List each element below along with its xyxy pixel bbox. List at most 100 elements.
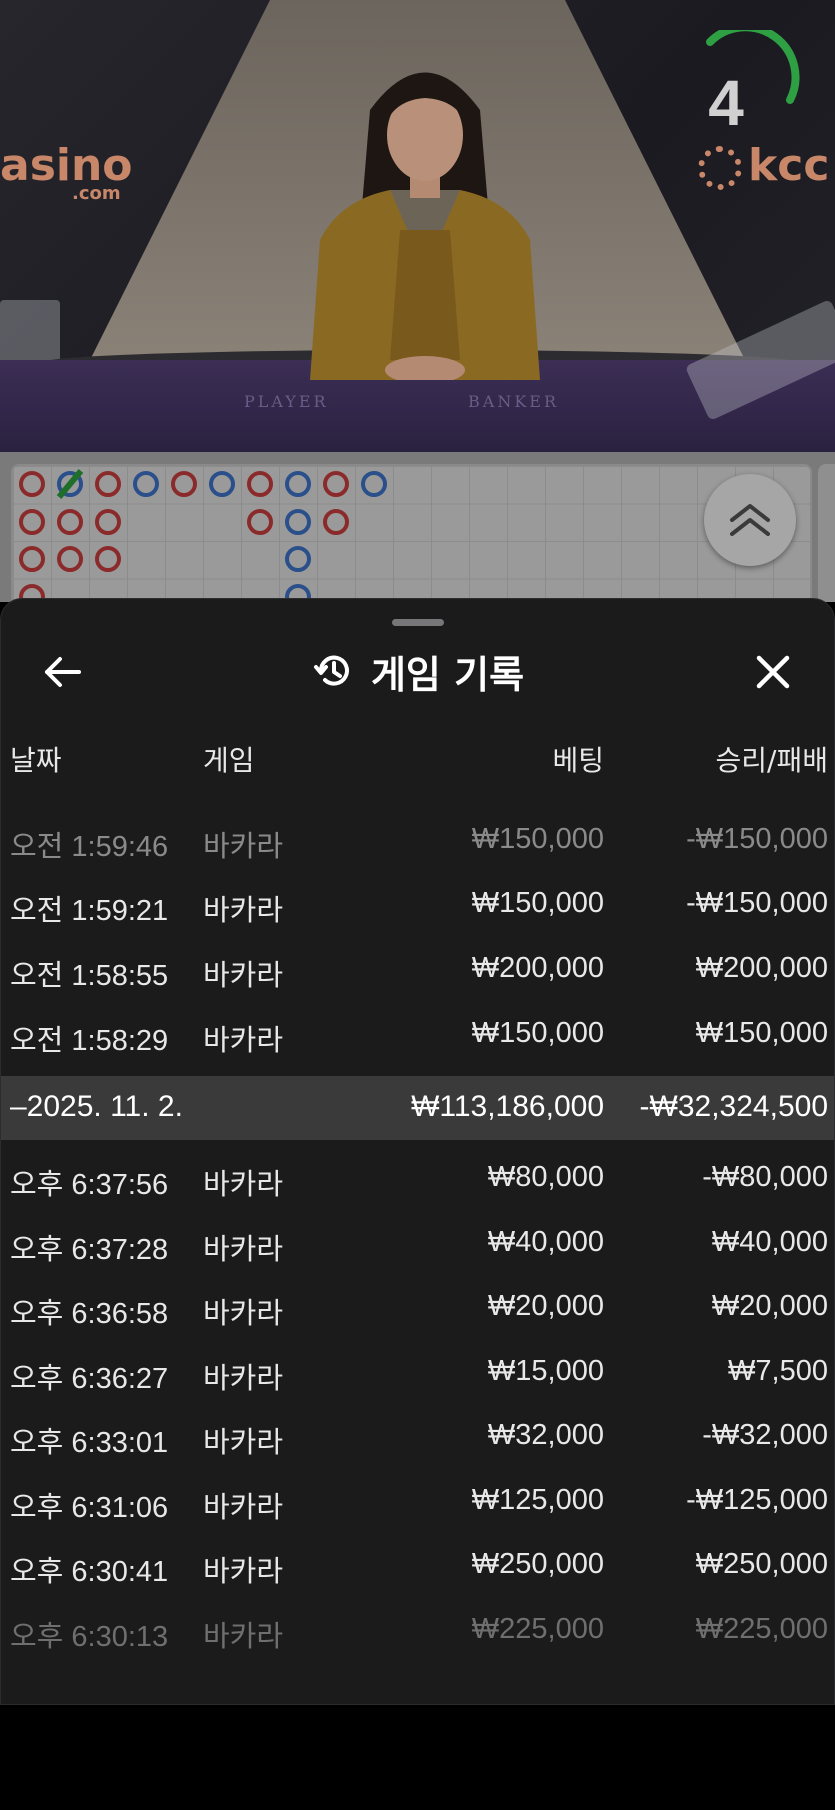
bead-red <box>19 471 45 497</box>
live-video: asino .com kcc PLAYER BANKER 4 <box>0 0 835 452</box>
road-map <box>0 452 835 602</box>
history-row[interactable]: 오후 6:37:56 바카라 ₩80,000 -₩80,000 <box>1 1147 834 1211</box>
row-game: 바카라 <box>203 1234 284 1266</box>
row-game: 바카라 <box>203 831 284 863</box>
drag-handle[interactable] <box>392 619 444 626</box>
row-time: 오전 1:58:55 <box>10 960 169 992</box>
expand-roadmap-button[interactable] <box>704 474 796 566</box>
row-time: 오전 1:59:46 <box>10 831 169 863</box>
row-time: 오후 6:33:01 <box>10 1427 169 1459</box>
bead-red <box>247 471 273 497</box>
row-bet: ₩15,000 <box>487 1355 604 1387</box>
row-game: 바카라 <box>203 1427 284 1459</box>
bead-blue <box>285 508 311 535</box>
bead-red <box>19 508 45 535</box>
bead-blue <box>209 471 235 497</box>
title-group: 게임 기록 <box>1 639 834 703</box>
row-result: -₩150,000 <box>686 887 828 919</box>
row-game: 바카라 <box>203 1025 284 1057</box>
arrow-left-icon <box>45 657 81 687</box>
history-row[interactable]: 오후 6:30:41 바카라 ₩250,000 ₩250,000 <box>1 1534 834 1598</box>
history-row[interactable]: 오전 1:58:29 바카라 ₩150,000 ₩150,000 <box>1 1003 834 1067</box>
row-bet: ₩250,000 <box>471 1548 604 1580</box>
row-game: 바카라 <box>203 1298 284 1330</box>
row-game: 바카라 <box>203 1492 284 1524</box>
row-bet: ₩32,000 <box>487 1419 604 1451</box>
bottom-bar <box>0 1705 835 1810</box>
history-row[interactable]: 오후 6:30:13 바카라 ₩225,000 ₩225,000 <box>1 1599 834 1663</box>
col-game: 게임 <box>203 744 255 777</box>
row-time: 오후 6:36:27 <box>10 1363 169 1395</box>
sheet-header: 게임 기록 <box>1 639 834 703</box>
game-history-sheet: 게임 기록 날짜 게임 베팅 승리/패배 오전 1:59:46 바카라 ₩150… <box>0 598 835 1705</box>
row-bet: ₩125,000 <box>471 1484 604 1516</box>
road-map-edge <box>818 464 835 602</box>
summary-date: –2025. 11. 2. <box>10 1090 183 1123</box>
close-button[interactable] <box>747 649 799 695</box>
row-bet: ₩150,000 <box>471 823 604 855</box>
history-row[interactable]: 오후 6:37:28 바카라 ₩40,000 ₩40,000 <box>1 1212 834 1276</box>
bead-road-grid <box>11 464 812 602</box>
row-game: 바카라 <box>203 1169 284 1201</box>
chip-icon <box>698 146 742 190</box>
bead-blue <box>285 471 311 497</box>
row-time: 오후 6:36:58 <box>10 1298 169 1330</box>
row-result: ₩7,500 <box>728 1355 828 1387</box>
row-result: -₩125,000 <box>686 1484 828 1516</box>
row-time: 오후 6:30:41 <box>10 1556 169 1588</box>
row-result: -₩80,000 <box>702 1161 828 1193</box>
row-time: 오후 6:30:13 <box>10 1621 169 1653</box>
bead-red <box>95 546 121 572</box>
bead-red <box>95 508 121 535</box>
bead-red <box>247 508 273 535</box>
history-row[interactable]: 오후 6:33:01 바카라 ₩32,000 -₩32,000 <box>1 1405 834 1469</box>
history-icon <box>313 655 349 686</box>
row-time: 오전 1:59:21 <box>10 895 169 927</box>
countdown-timer: 4 <box>708 67 744 139</box>
bead-red <box>323 471 349 497</box>
row-bet: ₩225,000 <box>471 1613 604 1645</box>
day-summary-row[interactable]: –2025. 11. 2. ₩113,186,000 -₩32,324,500 <box>1 1076 834 1140</box>
bead-red <box>323 508 349 535</box>
row-result: ₩225,000 <box>695 1613 828 1645</box>
bead-blue <box>133 471 159 497</box>
row-result: ₩200,000 <box>695 952 828 984</box>
bead-red <box>19 546 45 572</box>
row-bet: ₩40,000 <box>487 1226 604 1258</box>
dealer-figure <box>310 72 540 380</box>
back-button[interactable] <box>37 649 89 695</box>
history-row[interactable]: 오후 6:36:27 바카라 ₩15,000 ₩7,500 <box>1 1341 834 1405</box>
row-bet: ₩150,000 <box>471 887 604 919</box>
col-result: 승리/패배 <box>715 744 828 777</box>
logo-right-text: kcc <box>748 140 830 191</box>
summary-result: -₩32,324,500 <box>639 1090 828 1123</box>
row-time: 오후 6:37:56 <box>10 1169 169 1201</box>
double-chevron-up-icon <box>730 504 770 536</box>
row-result: ₩150,000 <box>695 1017 828 1049</box>
row-game: 바카라 <box>203 895 284 927</box>
bead-red <box>57 508 83 535</box>
row-time: 오후 6:37:28 <box>10 1234 169 1266</box>
history-row[interactable]: 오전 1:59:21 바카라 ₩150,000 -₩150,000 <box>1 873 834 937</box>
row-bet: ₩80,000 <box>487 1161 604 1193</box>
bead-red <box>57 546 83 572</box>
bead-red <box>95 471 121 497</box>
row-result: ₩40,000 <box>711 1226 828 1258</box>
table-player-label: PLAYER <box>244 392 329 411</box>
history-row[interactable]: 오후 6:36:58 바카라 ₩20,000 ₩20,000 <box>1 1276 834 1340</box>
bead-blue <box>285 546 311 572</box>
table-banker-label: BANKER <box>468 392 559 411</box>
row-result: -₩150,000 <box>686 823 828 855</box>
history-row[interactable]: 오전 1:58:55 바카라 ₩200,000 ₩200,000 <box>1 938 834 1002</box>
col-bet: 베팅 <box>552 744 604 777</box>
row-bet: ₩200,000 <box>471 952 604 984</box>
row-time: 오전 1:58:29 <box>10 1025 169 1057</box>
row-result: -₩32,000 <box>702 1419 828 1451</box>
row-game: 바카라 <box>203 1621 284 1653</box>
history-row[interactable]: 오후 6:31:06 바카라 ₩125,000 -₩125,000 <box>1 1470 834 1534</box>
history-row[interactable]: 오전 1:59:46 바카라 ₩150,000 -₩150,000 <box>1 809 834 873</box>
row-game: 바카라 <box>203 960 284 992</box>
col-date: 날짜 <box>10 744 62 777</box>
row-result: ₩250,000 <box>695 1548 828 1580</box>
casino-logo-right: kcc <box>698 140 829 191</box>
